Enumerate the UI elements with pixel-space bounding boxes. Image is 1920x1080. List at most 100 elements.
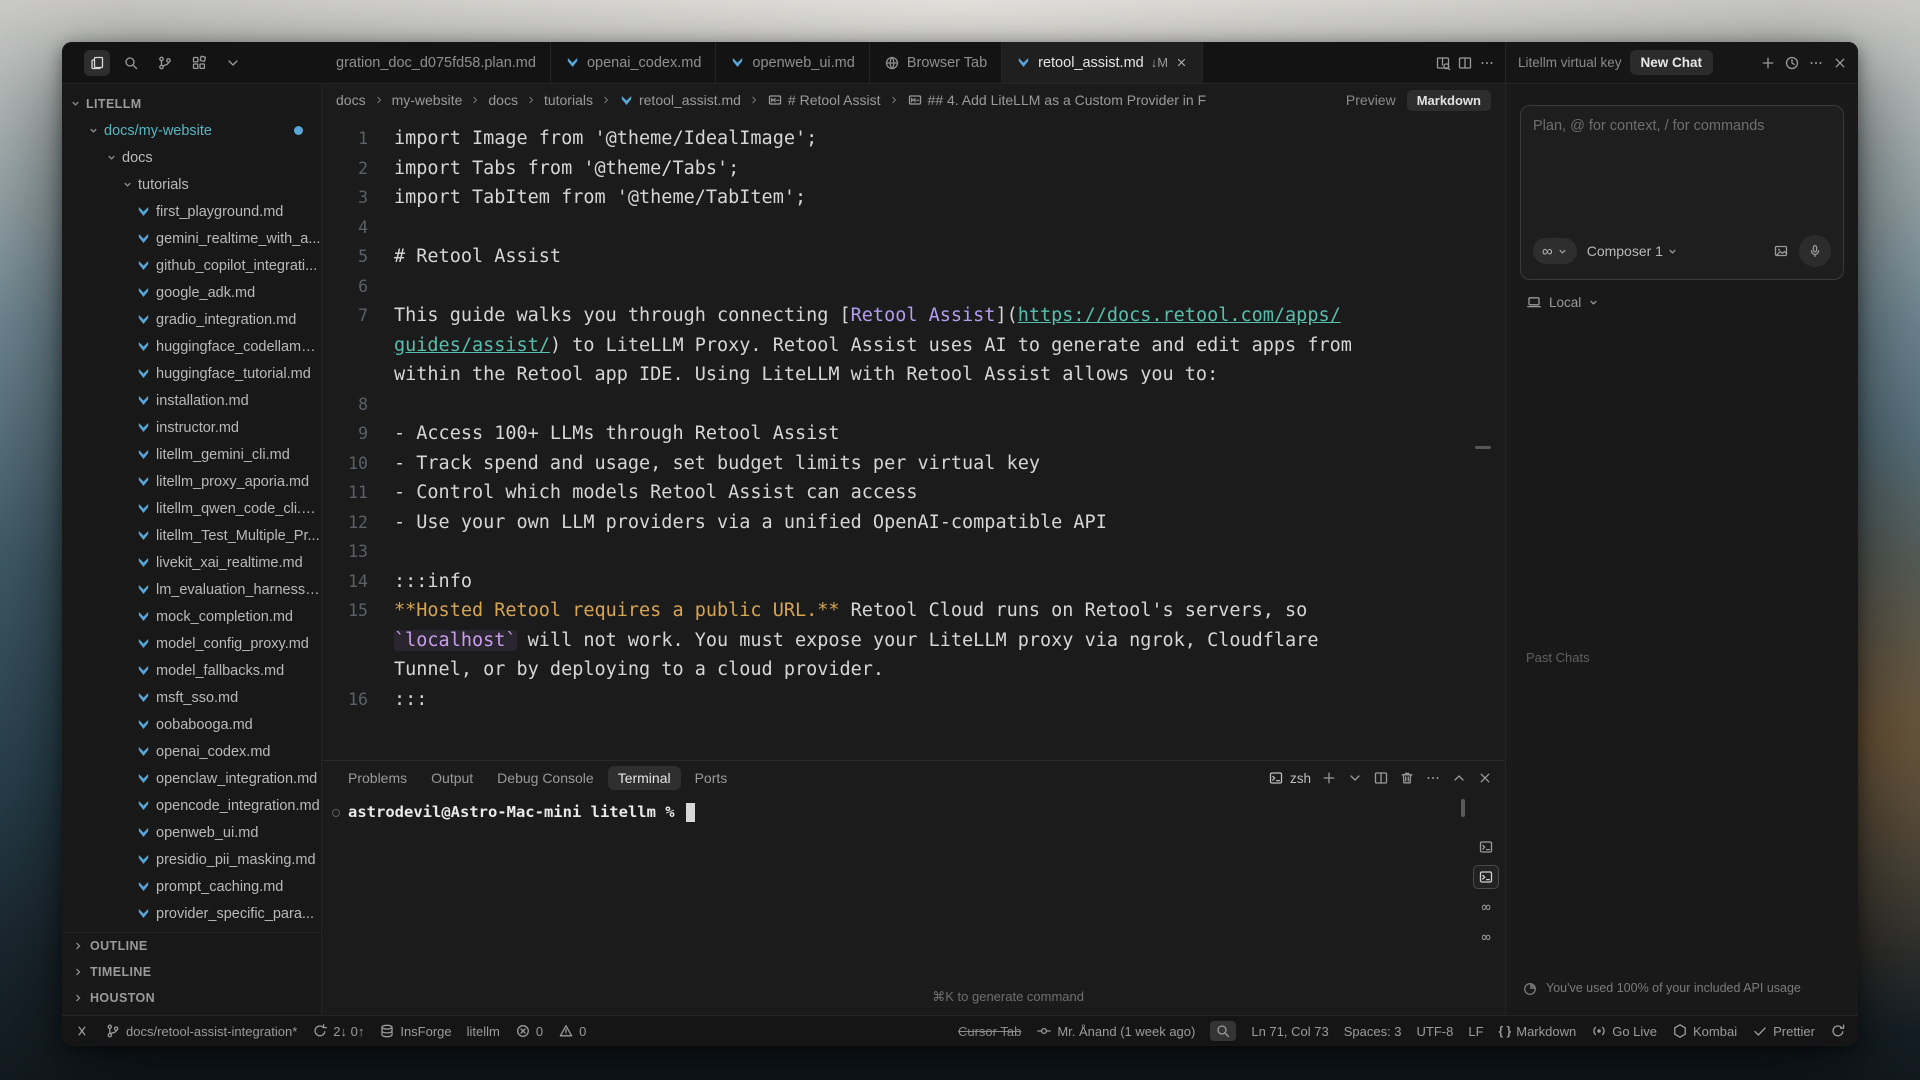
file-gemini-realtime-with-a[interactable]: gemini_realtime_with_a... — [62, 225, 321, 252]
status-utf-8[interactable]: UTF-8 — [1417, 1024, 1454, 1039]
section-houston[interactable]: HOUSTON — [62, 985, 321, 1011]
editor-line[interactable]: guides/assist/) to LiteLLM Proxy. Retool… — [322, 331, 1505, 361]
activity-search-button[interactable] — [118, 50, 144, 76]
panel-tab-debug-console[interactable]: Debug Console — [487, 766, 604, 790]
chat-input-box[interactable]: Plan, @ for context, / for commands ∞ Co… — [1520, 105, 1844, 280]
status-go-live[interactable]: Go Live — [1591, 1023, 1657, 1039]
markdown-mode-button[interactable]: Markdown — [1407, 90, 1491, 111]
editor-line[interactable]: 5# Retool Assist — [322, 242, 1505, 272]
file-litellm-gemini-cli-md[interactable]: litellm_gemini_cli.md — [62, 441, 321, 468]
editor-line[interactable]: 14:::info — [322, 567, 1505, 597]
file-litellm-qwen-code-cli-md[interactable]: litellm_qwen_code_cli.md — [62, 495, 321, 522]
rail-terminal-button[interactable] — [1473, 835, 1499, 859]
ellipsis-icon[interactable] — [1479, 55, 1495, 71]
status-cursor-tab[interactable]: Cursor Tab — [958, 1024, 1021, 1039]
file-mock-completion-md[interactable]: mock_completion.md — [62, 603, 321, 630]
status-search[interactable] — [1210, 1021, 1236, 1041]
close-panel-icon[interactable] — [1477, 770, 1493, 786]
file-model-fallbacks-md[interactable]: model_fallbacks.md — [62, 657, 321, 684]
status-ln-71-col-73[interactable]: Ln 71, Col 73 — [1251, 1024, 1328, 1039]
breadcrumb-item-tutorials[interactable]: tutorials — [544, 92, 593, 108]
section-timeline[interactable]: TIMELINE — [62, 959, 321, 985]
rail-infinity-button[interactable]: ∞ — [1473, 925, 1499, 949]
file-livekit-xai-realtime-md[interactable]: livekit_xai_realtime.md — [62, 549, 321, 576]
maximize-panel-icon[interactable] — [1451, 770, 1467, 786]
editor-line[interactable]: 3import TabItem from '@theme/TabItem'; — [322, 183, 1505, 213]
panel-tab-problems[interactable]: Problems — [338, 766, 417, 790]
file-prompt-caching-md[interactable]: prompt_caching.md — [62, 873, 321, 900]
kill-terminal-icon[interactable] — [1399, 770, 1415, 786]
file-installation-md[interactable]: installation.md — [62, 387, 321, 414]
new-chat-plus-icon[interactable] — [1760, 55, 1776, 71]
agent-mode-selector[interactable]: ∞ — [1533, 238, 1577, 264]
file-first-playground-md[interactable]: first_playground.md — [62, 198, 321, 225]
tab-openai-codex-md[interactable]: openai_codex.md — [551, 42, 716, 83]
editor-line[interactable]: 10- Track spend and usage, set budget li… — [322, 449, 1505, 479]
attach-image-icon[interactable] — [1773, 243, 1789, 259]
panel-tab-terminal[interactable]: Terminal — [608, 766, 681, 790]
split-terminal-icon[interactable] — [1373, 770, 1389, 786]
status-insforge[interactable]: InsForge — [379, 1023, 451, 1039]
preview-button[interactable]: Preview — [1346, 92, 1396, 108]
editor-scrollbar-thumb[interactable] — [1475, 446, 1491, 449]
status-litellm[interactable]: litellm — [467, 1024, 500, 1039]
file-msft-sso-md[interactable]: msft_sso.md — [62, 684, 321, 711]
editor-line[interactable]: 6 — [322, 272, 1505, 302]
file-openai-codex-md[interactable]: openai_codex.md — [62, 738, 321, 765]
editor-pane[interactable]: 1import Image from '@theme/IdealImage';2… — [322, 116, 1505, 760]
file-openweb-ui-md[interactable]: openweb_ui.md — [62, 819, 321, 846]
editor-line[interactable]: 13 — [322, 537, 1505, 567]
chat-tab-secondary[interactable]: Litellm virtual key — [1518, 55, 1622, 70]
file-provider-specific-para[interactable]: provider_specific_para... — [62, 900, 321, 927]
breadcrumb-item-retool-assist[interactable]: # Retool Assist — [767, 92, 881, 108]
new-terminal-icon[interactable] — [1321, 770, 1337, 786]
editor-line[interactable]: `localhost` will not work. You must expo… — [322, 626, 1505, 656]
status-remote[interactable] — [74, 1023, 90, 1039]
file-huggingface-codellama[interactable]: huggingface_codellama... — [62, 333, 321, 360]
terminal-scrollbar-thumb[interactable] — [1461, 799, 1465, 817]
tab-close-icon[interactable] — [1175, 56, 1188, 69]
breadcrumb-item-docs[interactable]: docs — [336, 92, 366, 108]
editor-line[interactable]: 4 — [322, 213, 1505, 243]
breadcrumb-item-4-add-litellm-as-a-custo[interactable]: ## 4. Add LiteLLM as a Custom Provider i… — [907, 92, 1207, 108]
status-lf[interactable]: LF — [1468, 1024, 1483, 1039]
terminal-profile-chevron-icon[interactable] — [1347, 770, 1363, 786]
status-prettier[interactable]: Prettier — [1752, 1023, 1815, 1039]
file-lm-evaluation-harness[interactable]: lm_evaluation_harness.... — [62, 576, 321, 603]
file-presidio-pii-masking-md[interactable]: presidio_pii_masking.md — [62, 846, 321, 873]
editor-line[interactable]: 12- Use your own LLM providers via a uni… — [322, 508, 1505, 538]
folder-docs[interactable]: docs — [62, 144, 321, 171]
folder-docs-my-website[interactable]: docs/my-website — [62, 117, 321, 144]
status-spaces-3[interactable]: Spaces: 3 — [1344, 1024, 1402, 1039]
breadcrumb-item-retool-assist-md[interactable]: retool_assist.md — [619, 92, 741, 108]
editor-line[interactable]: Tunnel, or by deploying to a cloud provi… — [322, 655, 1505, 685]
tab-browser-tab[interactable]: Browser Tab — [870, 42, 1002, 83]
editor-line[interactable]: 1import Image from '@theme/IdealImage'; — [322, 124, 1505, 154]
status-mr-nand-1-week-ago[interactable]: Mr. Ånand (1 week ago) — [1036, 1023, 1195, 1039]
file-gradio-integration-md[interactable]: gradio_integration.md — [62, 306, 321, 333]
editor-line[interactable]: 11- Control which models Retool Assist c… — [322, 478, 1505, 508]
file-oobabooga-md[interactable]: oobabooga.md — [62, 711, 321, 738]
editor-line[interactable]: 16::: — [322, 685, 1505, 715]
file-litellm-test-multiple-pr[interactable]: litellm_Test_Multiple_Pr... — [62, 522, 321, 549]
activity-source-control-button[interactable] — [152, 50, 178, 76]
section-outline[interactable]: OUTLINE — [62, 933, 321, 959]
environment-selector[interactable]: Local — [1526, 294, 1858, 310]
chat-more-icon[interactable] — [1808, 55, 1824, 71]
editor-line[interactable]: 2import Tabs from '@theme/Tabs'; — [322, 154, 1505, 184]
file-github-copilot-integrati[interactable]: github_copilot_integrati... — [62, 252, 321, 279]
activity-extensions-button[interactable] — [186, 50, 212, 76]
activity-files-button[interactable] — [84, 50, 110, 76]
breadcrumb-item-docs[interactable]: docs — [488, 92, 518, 108]
status-0[interactable]: 0 — [558, 1023, 586, 1039]
file-huggingface-tutorial-md[interactable]: huggingface_tutorial.md — [62, 360, 321, 387]
chat-tab-new-chat[interactable]: New Chat — [1630, 50, 1714, 75]
status-2-0[interactable]: 2↓ 0↑ — [312, 1023, 364, 1039]
chat-close-icon[interactable] — [1832, 55, 1848, 71]
status-docs-retool-assist-integration[interactable]: docs/retool-assist-integration* — [105, 1023, 297, 1039]
file-instructor-md[interactable]: instructor.md — [62, 414, 321, 441]
split-search-icon[interactable] — [1435, 55, 1451, 71]
status-refresh[interactable] — [1830, 1023, 1846, 1039]
tab-retool-assist-md[interactable]: retool_assist.md↓M — [1002, 42, 1203, 83]
editor-line[interactable]: 7This guide walks you through connecting… — [322, 301, 1505, 331]
